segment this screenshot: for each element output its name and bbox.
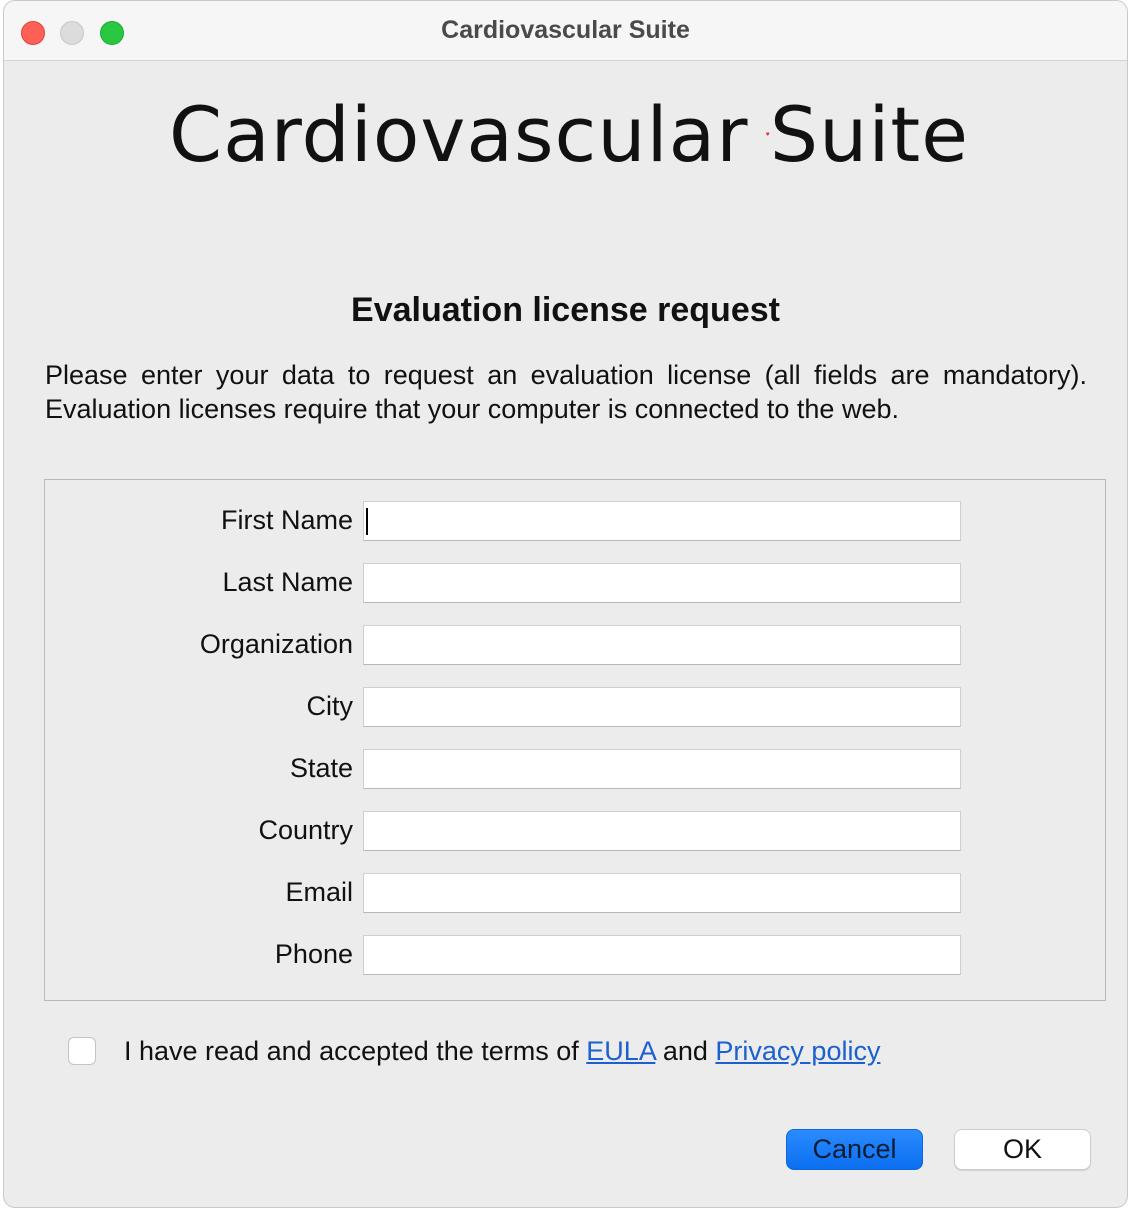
eula-link[interactable]: EULA — [586, 1036, 655, 1066]
form-row-country: Country — [45, 811, 1105, 851]
last-name-label: Last Name — [222, 567, 353, 597]
city-field[interactable] — [363, 687, 961, 727]
last-name-field[interactable] — [363, 563, 961, 603]
phone-field[interactable] — [363, 935, 961, 975]
form-row-city: City — [45, 687, 1105, 727]
phone-label: Phone — [274, 939, 353, 969]
form-row-phone: Phone — [45, 935, 1105, 975]
organization-label: Organization — [199, 629, 353, 659]
eula-checkbox[interactable] — [68, 1037, 96, 1065]
form-row-email: Email — [45, 873, 1105, 913]
license-request-window: Cardiovascular Suite Cardiovascular Suit… — [3, 0, 1128, 1208]
eula-text: I have read and accepted the terms of EU… — [124, 1036, 880, 1067]
form-row-first-name: First Name — [45, 501, 1105, 541]
state-label: State — [289, 753, 353, 783]
app-logo: Cardiovascular Suite — [169, 89, 969, 179]
form-row-last-name: Last Name — [45, 563, 1105, 603]
ok-button[interactable]: OK — [954, 1129, 1091, 1170]
intro-line-2: Evaluation licenses require that your co… — [45, 394, 899, 424]
title-bar[interactable]: Cardiovascular Suite — [4, 1, 1127, 61]
city-label: City — [306, 691, 354, 721]
first-name-field[interactable] — [363, 501, 961, 541]
eula-acceptance: I have read and accepted the terms of EU… — [68, 1035, 880, 1067]
eula-text-middle: and — [655, 1035, 716, 1066]
form-row-organization: Organization — [45, 625, 1105, 665]
form-row-state: State — [45, 749, 1105, 789]
email-label: Email — [285, 877, 353, 907]
country-field[interactable] — [363, 811, 961, 851]
cancel-button[interactable]: Cancel — [786, 1129, 923, 1170]
logo-word-cardiovascular: Cardiovascular — [169, 89, 749, 179]
registration-form: First Name Last Name Organization City S… — [44, 479, 1106, 1001]
eula-text-before: I have read and accepted the terms of — [124, 1035, 587, 1066]
intro-text: Please enter your data to request an eva… — [45, 358, 1087, 426]
window-title: Cardiovascular Suite — [441, 16, 690, 44]
text-caret — [366, 508, 368, 535]
state-field[interactable] — [363, 749, 961, 789]
page-title: Evaluation license request — [351, 291, 780, 329]
first-name-label: First Name — [220, 505, 353, 535]
organization-field[interactable] — [363, 625, 961, 665]
email-field[interactable] — [363, 873, 961, 913]
intro-line-1: Please enter your data to request an eva… — [45, 360, 1087, 390]
privacy-policy-link[interactable]: Privacy policy — [715, 1036, 880, 1066]
logo-word-suite: Suite — [769, 89, 969, 179]
country-label: Country — [258, 815, 353, 845]
